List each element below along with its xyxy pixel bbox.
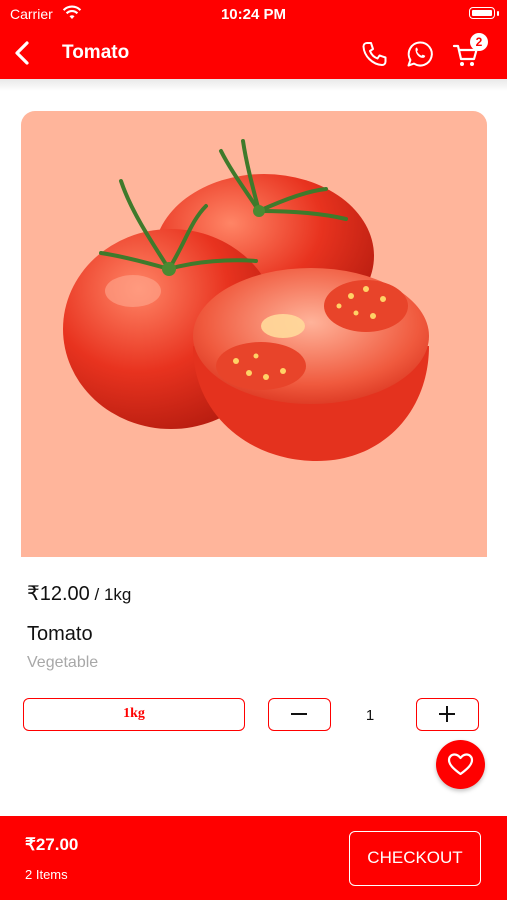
cart-total: ₹27.00 bbox=[25, 835, 79, 854]
product-name: Tomato bbox=[27, 623, 93, 645]
minus-icon bbox=[291, 713, 307, 715]
quantity-value: 1 bbox=[365, 707, 375, 724]
back-arrow-icon[interactable] bbox=[8, 38, 38, 68]
checkout-button[interactable]: CHECKOUT bbox=[349, 831, 481, 886]
status-bar: Carrier 10:24 PM bbox=[0, 0, 507, 28]
favorite-button[interactable] bbox=[436, 740, 485, 789]
top-app-bar: Tomato 2 bbox=[0, 28, 507, 79]
heart-icon bbox=[447, 753, 474, 776]
price-unit: / 1kg bbox=[89, 585, 132, 604]
product-image bbox=[21, 111, 487, 557]
cart-item-count: 2 Items bbox=[25, 867, 68, 882]
price-value: ₹12.00 bbox=[27, 583, 90, 605]
cart-summary-bar: ₹27.00 2 Items CHECKOUT bbox=[0, 816, 507, 900]
decrease-quantity-button[interactable] bbox=[268, 698, 331, 731]
increase-quantity-button[interactable] bbox=[416, 698, 479, 731]
status-time: 10:24 PM bbox=[220, 6, 287, 23]
product-category: Vegetable bbox=[27, 654, 99, 671]
whatsapp-icon[interactable] bbox=[405, 39, 435, 69]
page-title: Tomato bbox=[62, 42, 130, 63]
battery-icon bbox=[469, 7, 495, 19]
product-price: ₹12.00 / 1kg bbox=[27, 581, 131, 606]
plus-icon bbox=[439, 706, 455, 722]
cart-count-badge: 2 bbox=[470, 33, 488, 51]
phone-icon[interactable] bbox=[359, 39, 389, 69]
variant-selector[interactable]: 1kg bbox=[23, 698, 245, 731]
